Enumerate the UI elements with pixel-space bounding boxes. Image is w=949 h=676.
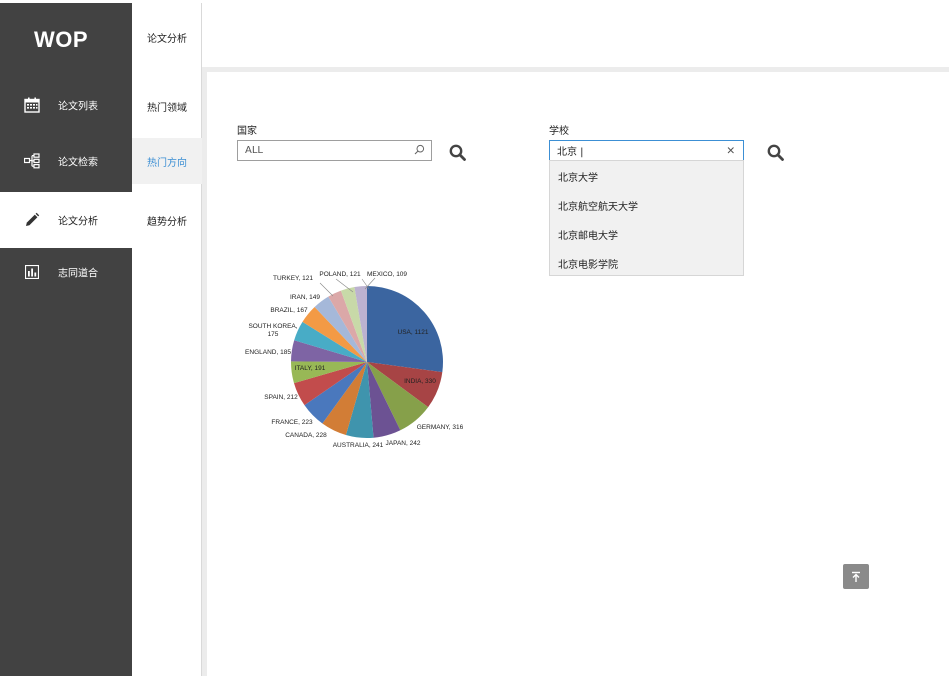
- subnav-title: 论文分析: [147, 33, 187, 45]
- pie-label-turkey: TURKEY, 121: [273, 275, 313, 282]
- sidebar-item-label: 论文分析: [58, 216, 98, 228]
- arrow-up-icon: [852, 571, 860, 582]
- sitemap-icon: [23, 152, 41, 170]
- sidebar: WOP 论文列表 论文检索 论文分析 志同道合: [0, 3, 132, 676]
- school-label: 学校: [549, 126, 569, 137]
- back-to-top-button[interactable]: [843, 564, 869, 589]
- pie-label-germany: GERMANY, 316: [417, 424, 464, 431]
- pie-label-usa: USA, 1121: [398, 329, 429, 336]
- search-icon: [767, 144, 784, 161]
- school-autocomplete-dropdown: 北京大学 北京航空航天大学 北京邮电大学 北京电影学院: [549, 160, 744, 276]
- dropdown-option[interactable]: 北京邮电大学: [558, 227, 618, 242]
- tab-hot-fields[interactable]: 热门领域: [132, 83, 202, 129]
- search-icon: [414, 144, 425, 158]
- sidebar-item-paper-list[interactable]: 论文列表: [0, 77, 132, 133]
- pie-label-canada: CANADA, 228: [285, 432, 327, 439]
- dropdown-option[interactable]: 北京电影学院: [558, 256, 618, 271]
- search-icon: [449, 144, 466, 161]
- pie-label-england: ENGLAND, 185: [245, 349, 291, 356]
- clear-icon[interactable]: [726, 144, 736, 159]
- school-search-button[interactable]: [767, 144, 784, 165]
- pie-label-australia: AUSTRALIA, 241: [333, 442, 384, 449]
- pie-label-japan: JAPAN, 242: [386, 440, 421, 447]
- school-input-value: 北京 |: [557, 147, 584, 158]
- pie-label-brazil: BRAZIL, 167: [270, 307, 308, 314]
- pie-label-spain: SPAIN, 212: [264, 394, 298, 401]
- sidebar-item-label: 论文列表: [58, 101, 98, 113]
- bar-chart-icon: [23, 263, 41, 281]
- top-header: [202, 3, 949, 67]
- dropdown-option[interactable]: 北京大学: [558, 169, 598, 184]
- pie-label-mexico: MEXICO, 109: [367, 271, 407, 278]
- pie-leader-line: [319, 282, 334, 297]
- pie-label-india: INDIA, 330: [404, 378, 436, 385]
- pie-label-south-korea: SOUTH KOREA, 175: [248, 323, 297, 338]
- sidebar-item-paper-search[interactable]: 论文检索: [0, 133, 132, 189]
- sidebar-item-label: 志同道合: [58, 268, 98, 280]
- school-input[interactable]: 北京 |: [549, 140, 744, 161]
- calendar-icon: [23, 96, 41, 114]
- app-logo: WOP: [33, 27, 89, 52]
- country-input[interactable]: ALL: [237, 140, 432, 161]
- pie-label-france: FRANCE, 223: [271, 419, 313, 426]
- pie-label-italy: ITALY, 191: [295, 365, 326, 372]
- subnav: 论文分析 热门领域 热门方向 趋势分析: [132, 3, 202, 676]
- country-pie-chart: USA, 1121 INDIA, 330 GERMANY, 316 JAPAN, 24…: [245, 271, 464, 449]
- sidebar-item-paper-analysis[interactable]: 论文分析: [0, 192, 132, 248]
- sidebar-item-like-minded[interactable]: 志同道合: [0, 244, 132, 300]
- tab-hot-directions[interactable]: 热门方向: [132, 138, 202, 184]
- country-search-button[interactable]: [449, 144, 466, 165]
- country-label: 国家: [237, 126, 257, 137]
- tab-trend-analysis[interactable]: 趋势分析: [132, 197, 202, 243]
- sidebar-item-label: 论文检索: [58, 157, 98, 169]
- country-input-value: ALL: [245, 145, 263, 156]
- pie-label-iran: IRAN, 149: [290, 294, 320, 301]
- dropdown-option[interactable]: 北京航空航天大学: [558, 198, 638, 213]
- pencil-icon: [23, 211, 41, 229]
- pie-label-poland: POLAND, 121: [319, 271, 361, 278]
